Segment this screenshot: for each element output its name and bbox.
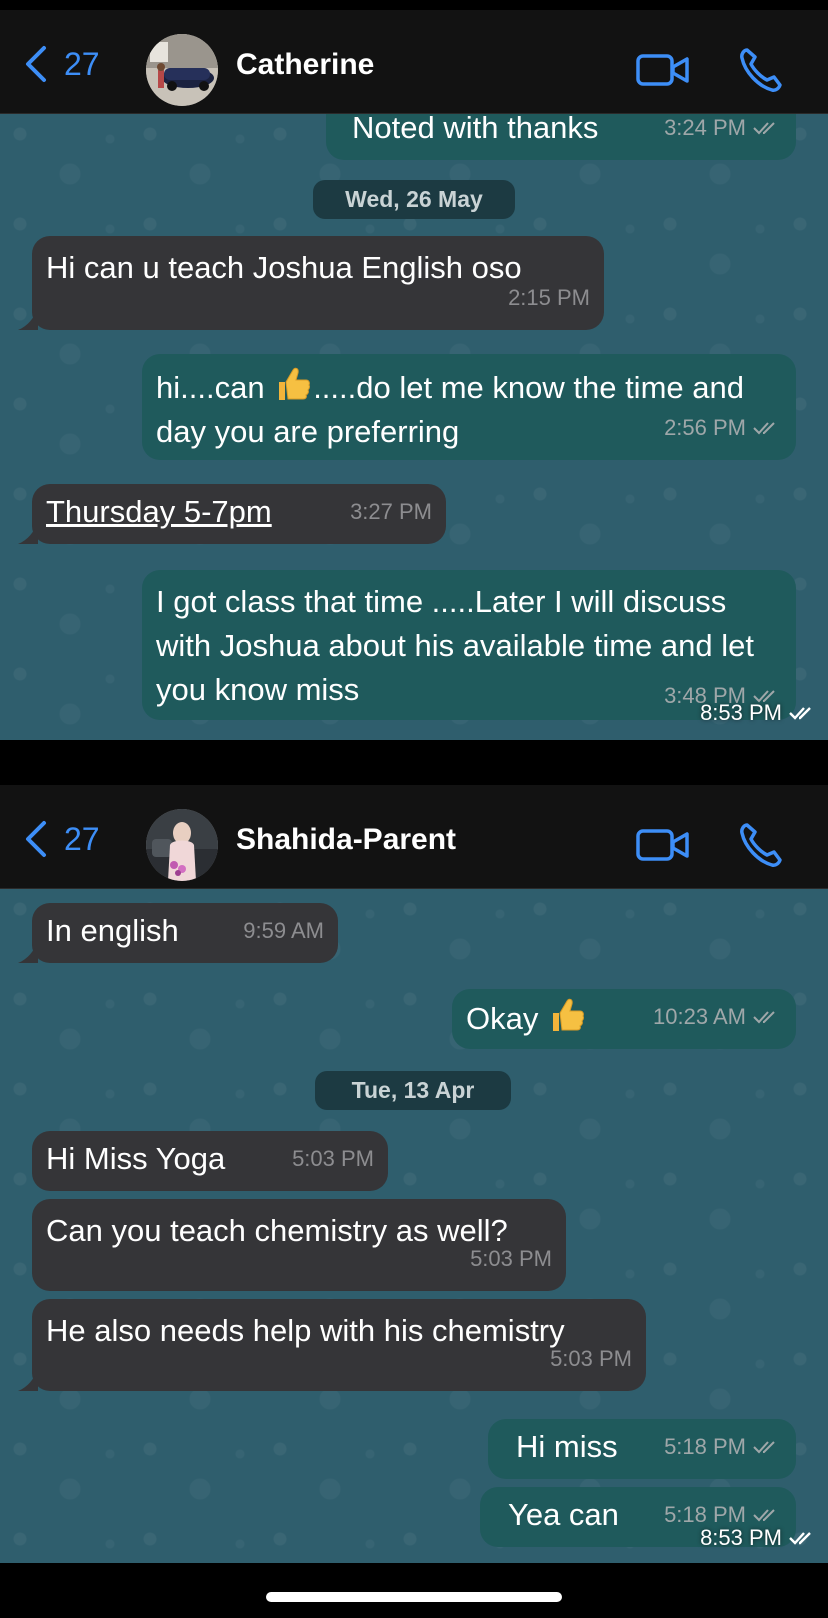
message-time: 5:18 PM <box>664 1434 746 1459</box>
contact-name[interactable]: Shahida-Parent <box>236 823 456 857</box>
message-time: 3:24 PM <box>664 115 746 140</box>
message-text-part: hi....can <box>156 370 274 405</box>
phone-icon[interactable] <box>738 821 782 869</box>
message-outgoing[interactable]: I got class that time .....Later I will … <box>142 570 796 720</box>
message-time: 9:59 AM <box>243 918 324 943</box>
message-meta: 9:59 AM <box>243 909 324 953</box>
avatar[interactable] <box>146 34 218 106</box>
message-time: 5:03 PM <box>292 1146 374 1171</box>
message-incoming[interactable]: He also needs help with his chemistry 5:… <box>18 1299 646 1391</box>
bubble-tail <box>18 1369 38 1391</box>
message-meta: 5:03 PM <box>292 1137 374 1181</box>
message-meta: 5:18 PM <box>664 1425 782 1469</box>
message-time: 3:27 PM <box>350 499 432 524</box>
double-check-icon <box>753 422 775 435</box>
video-camera-icon[interactable] <box>636 50 690 90</box>
message-outgoing[interactable]: Hi miss 5:18 PM <box>488 1419 796 1479</box>
double-check-icon <box>789 707 811 720</box>
message-outgoing[interactable]: hi....can .....do let me know the time a… <box>142 354 796 460</box>
home-indicator[interactable] <box>266 1592 562 1602</box>
message-time: 2:15 PM <box>508 285 590 310</box>
unread-count: 27 <box>64 45 100 82</box>
double-check-icon <box>753 122 775 135</box>
message-meta: 10:23 AM <box>653 995 782 1039</box>
message-time: 10:23 AM <box>653 1004 746 1029</box>
chat-header: 27 Shahida-Parent <box>0 785 828 889</box>
chevron-left-icon <box>26 821 46 857</box>
contact-name[interactable]: Catherine <box>236 48 374 82</box>
message-meta: 3:27 PM <box>350 490 432 534</box>
avatar[interactable] <box>146 809 218 881</box>
chat-panel-catherine: 27 Catherine Noted with thanks 3:24 PM W… <box>0 10 828 750</box>
bubble-tail <box>18 308 38 330</box>
message-text: He also needs help with his chemistry <box>46 1313 565 1348</box>
date-chip: Wed, 26 May <box>313 180 515 219</box>
screenshot-time: 8:53 PM <box>700 700 818 726</box>
message-time: 5:03 PM <box>470 1246 552 1271</box>
double-check-icon <box>753 1509 775 1522</box>
message-meta: 5:03 PM <box>550 1337 632 1381</box>
bubble-tail <box>18 941 38 963</box>
message-incoming[interactable]: In english 9:59 AM <box>18 903 338 963</box>
double-check-icon <box>789 1532 811 1545</box>
message-time: 2:56 PM <box>664 415 746 440</box>
thumbs-up-emoji <box>279 367 311 400</box>
message-incoming[interactable]: Thursday 5-7pm 3:27 PM <box>18 484 446 544</box>
phone-icon[interactable] <box>738 46 782 94</box>
message-meta: 2:56 PM <box>664 406 782 450</box>
unread-count: 27 <box>64 820 100 857</box>
message-incoming[interactable]: Can you teach chemistry as well? 5:03 PM <box>32 1199 566 1291</box>
message-outgoing[interactable]: Okay 10:23 AM <box>452 989 796 1049</box>
back-button[interactable]: 27 <box>22 819 100 859</box>
message-outgoing[interactable]: Noted with thanks 3:24 PM <box>326 114 796 160</box>
message-incoming[interactable]: Hi Miss Yoga 5:03 PM <box>32 1131 388 1191</box>
back-button[interactable]: 27 <box>22 44 100 84</box>
message-incoming[interactable]: Hi can u teach Joshua English oso 2:15 P… <box>18 236 604 330</box>
chat-header: 27 Catherine <box>0 10 828 114</box>
chat-panel-shahida: 27 Shahida-Parent In english 9:59 AM Oka… <box>0 785 828 1563</box>
message-meta: 2:15 PM <box>508 276 590 320</box>
double-check-icon <box>753 1441 775 1454</box>
video-camera-icon[interactable] <box>636 825 690 865</box>
message-list[interactable]: Noted with thanks 3:24 PM Wed, 26 May Hi… <box>0 114 828 740</box>
message-text-part: Okay <box>466 1001 547 1036</box>
double-check-icon <box>753 1011 775 1024</box>
screenshot-time: 8:53 PM <box>700 1525 818 1551</box>
message-time: 5:03 PM <box>550 1346 632 1371</box>
thumbs-up-emoji <box>552 998 584 1031</box>
chevron-left-icon <box>26 46 46 82</box>
date-chip: Tue, 13 Apr <box>315 1071 511 1110</box>
message-meta: 3:24 PM <box>664 114 782 150</box>
message-meta: 5:03 PM <box>470 1237 552 1281</box>
bubble-tail <box>18 522 38 544</box>
message-list[interactable]: In english 9:59 AM Okay 10:23 AM Tue, 13… <box>0 889 828 1563</box>
